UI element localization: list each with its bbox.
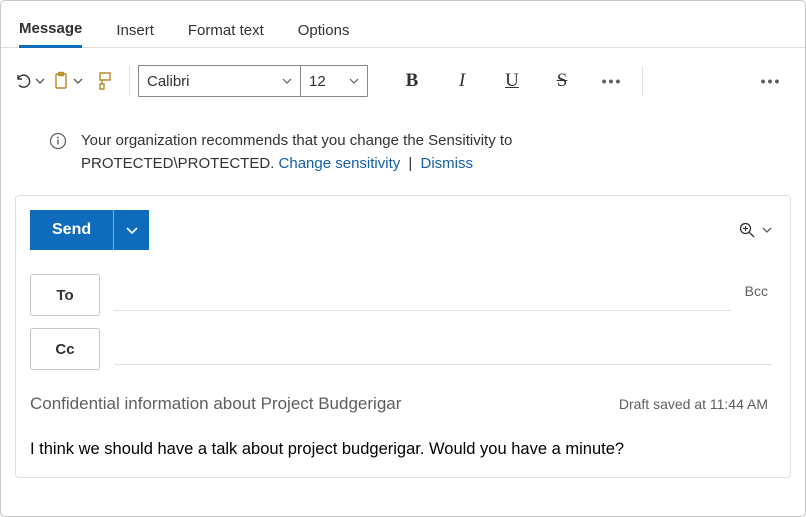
font-name-value: Calibri	[147, 73, 190, 90]
italic-button[interactable]: I	[440, 62, 484, 100]
send-button[interactable]: Send	[30, 210, 113, 250]
bold-button[interactable]: B	[390, 62, 434, 100]
formatting-toolbar: Calibri 12 B I U S ••• •••	[1, 48, 805, 114]
message-body[interactable]: I think we should have a talk about proj…	[30, 436, 772, 459]
zoom-control[interactable]	[738, 221, 772, 239]
tab-message[interactable]: Message	[19, 20, 82, 48]
toolbar-divider	[129, 66, 130, 96]
chevron-down-icon	[126, 227, 138, 234]
chevron-down-icon	[35, 78, 45, 84]
bcc-toggle[interactable]: Bcc	[745, 283, 768, 299]
send-split-group: Send	[30, 210, 149, 250]
compose-pane: Send To Bcc Cc Confidential information …	[15, 195, 791, 478]
font-size-select[interactable]: 12	[301, 66, 367, 96]
policy-text: Your organization recommends that you ch…	[81, 130, 512, 175]
format-painter-button[interactable]	[89, 65, 121, 97]
to-row: To Bcc	[30, 274, 772, 316]
chevron-down-icon	[73, 78, 83, 84]
tab-format-text[interactable]: Format text	[188, 22, 264, 47]
policy-separator: |	[408, 155, 412, 172]
to-button[interactable]: To	[30, 274, 100, 316]
subject-input[interactable]: Confidential information about Project B…	[30, 394, 401, 414]
sensitivity-policy-tip: Your organization recommends that you ch…	[1, 114, 805, 195]
tab-insert[interactable]: Insert	[116, 22, 154, 47]
policy-line1: Your organization recommends that you ch…	[81, 132, 512, 149]
change-sensitivity-link[interactable]: Change sensitivity	[279, 155, 401, 172]
strikethrough-button[interactable]: S	[540, 62, 584, 100]
chevron-down-icon	[349, 78, 359, 84]
cc-input[interactable]	[114, 334, 772, 365]
chevron-down-icon	[762, 227, 772, 233]
magnifier-plus-icon	[738, 221, 756, 239]
ribbon-tabs: Message Insert Format text Options	[1, 1, 805, 48]
font-size-value: 12	[309, 73, 326, 90]
clipboard-icon	[51, 71, 71, 91]
undo-button[interactable]	[13, 65, 45, 97]
font-controls: Calibri 12	[138, 65, 368, 97]
more-formatting-button[interactable]: •••	[590, 62, 634, 100]
info-icon	[49, 132, 67, 150]
undo-icon	[13, 71, 33, 91]
to-input[interactable]	[114, 280, 731, 311]
send-row: Send	[30, 210, 772, 250]
cc-row: Cc	[30, 328, 772, 370]
toolbar-divider	[642, 66, 643, 96]
send-options-button[interactable]	[113, 210, 149, 250]
cc-button[interactable]: Cc	[30, 328, 100, 370]
dismiss-link[interactable]: Dismiss	[421, 155, 474, 172]
policy-line2: PROTECTED\PROTECTED.	[81, 155, 279, 172]
font-name-select[interactable]: Calibri	[139, 66, 301, 96]
paste-button[interactable]	[51, 65, 83, 97]
compose-window: Message Insert Format text Options Calib…	[0, 0, 806, 517]
draft-status: Draft saved at 11:44 AM	[619, 396, 768, 412]
paintbrush-icon	[96, 71, 114, 91]
subject-row: Confidential information about Project B…	[30, 394, 772, 414]
underline-button[interactable]: U	[490, 62, 534, 100]
tab-options[interactable]: Options	[298, 22, 350, 47]
overflow-menu-button[interactable]: •••	[749, 62, 793, 100]
chevron-down-icon	[282, 78, 292, 84]
